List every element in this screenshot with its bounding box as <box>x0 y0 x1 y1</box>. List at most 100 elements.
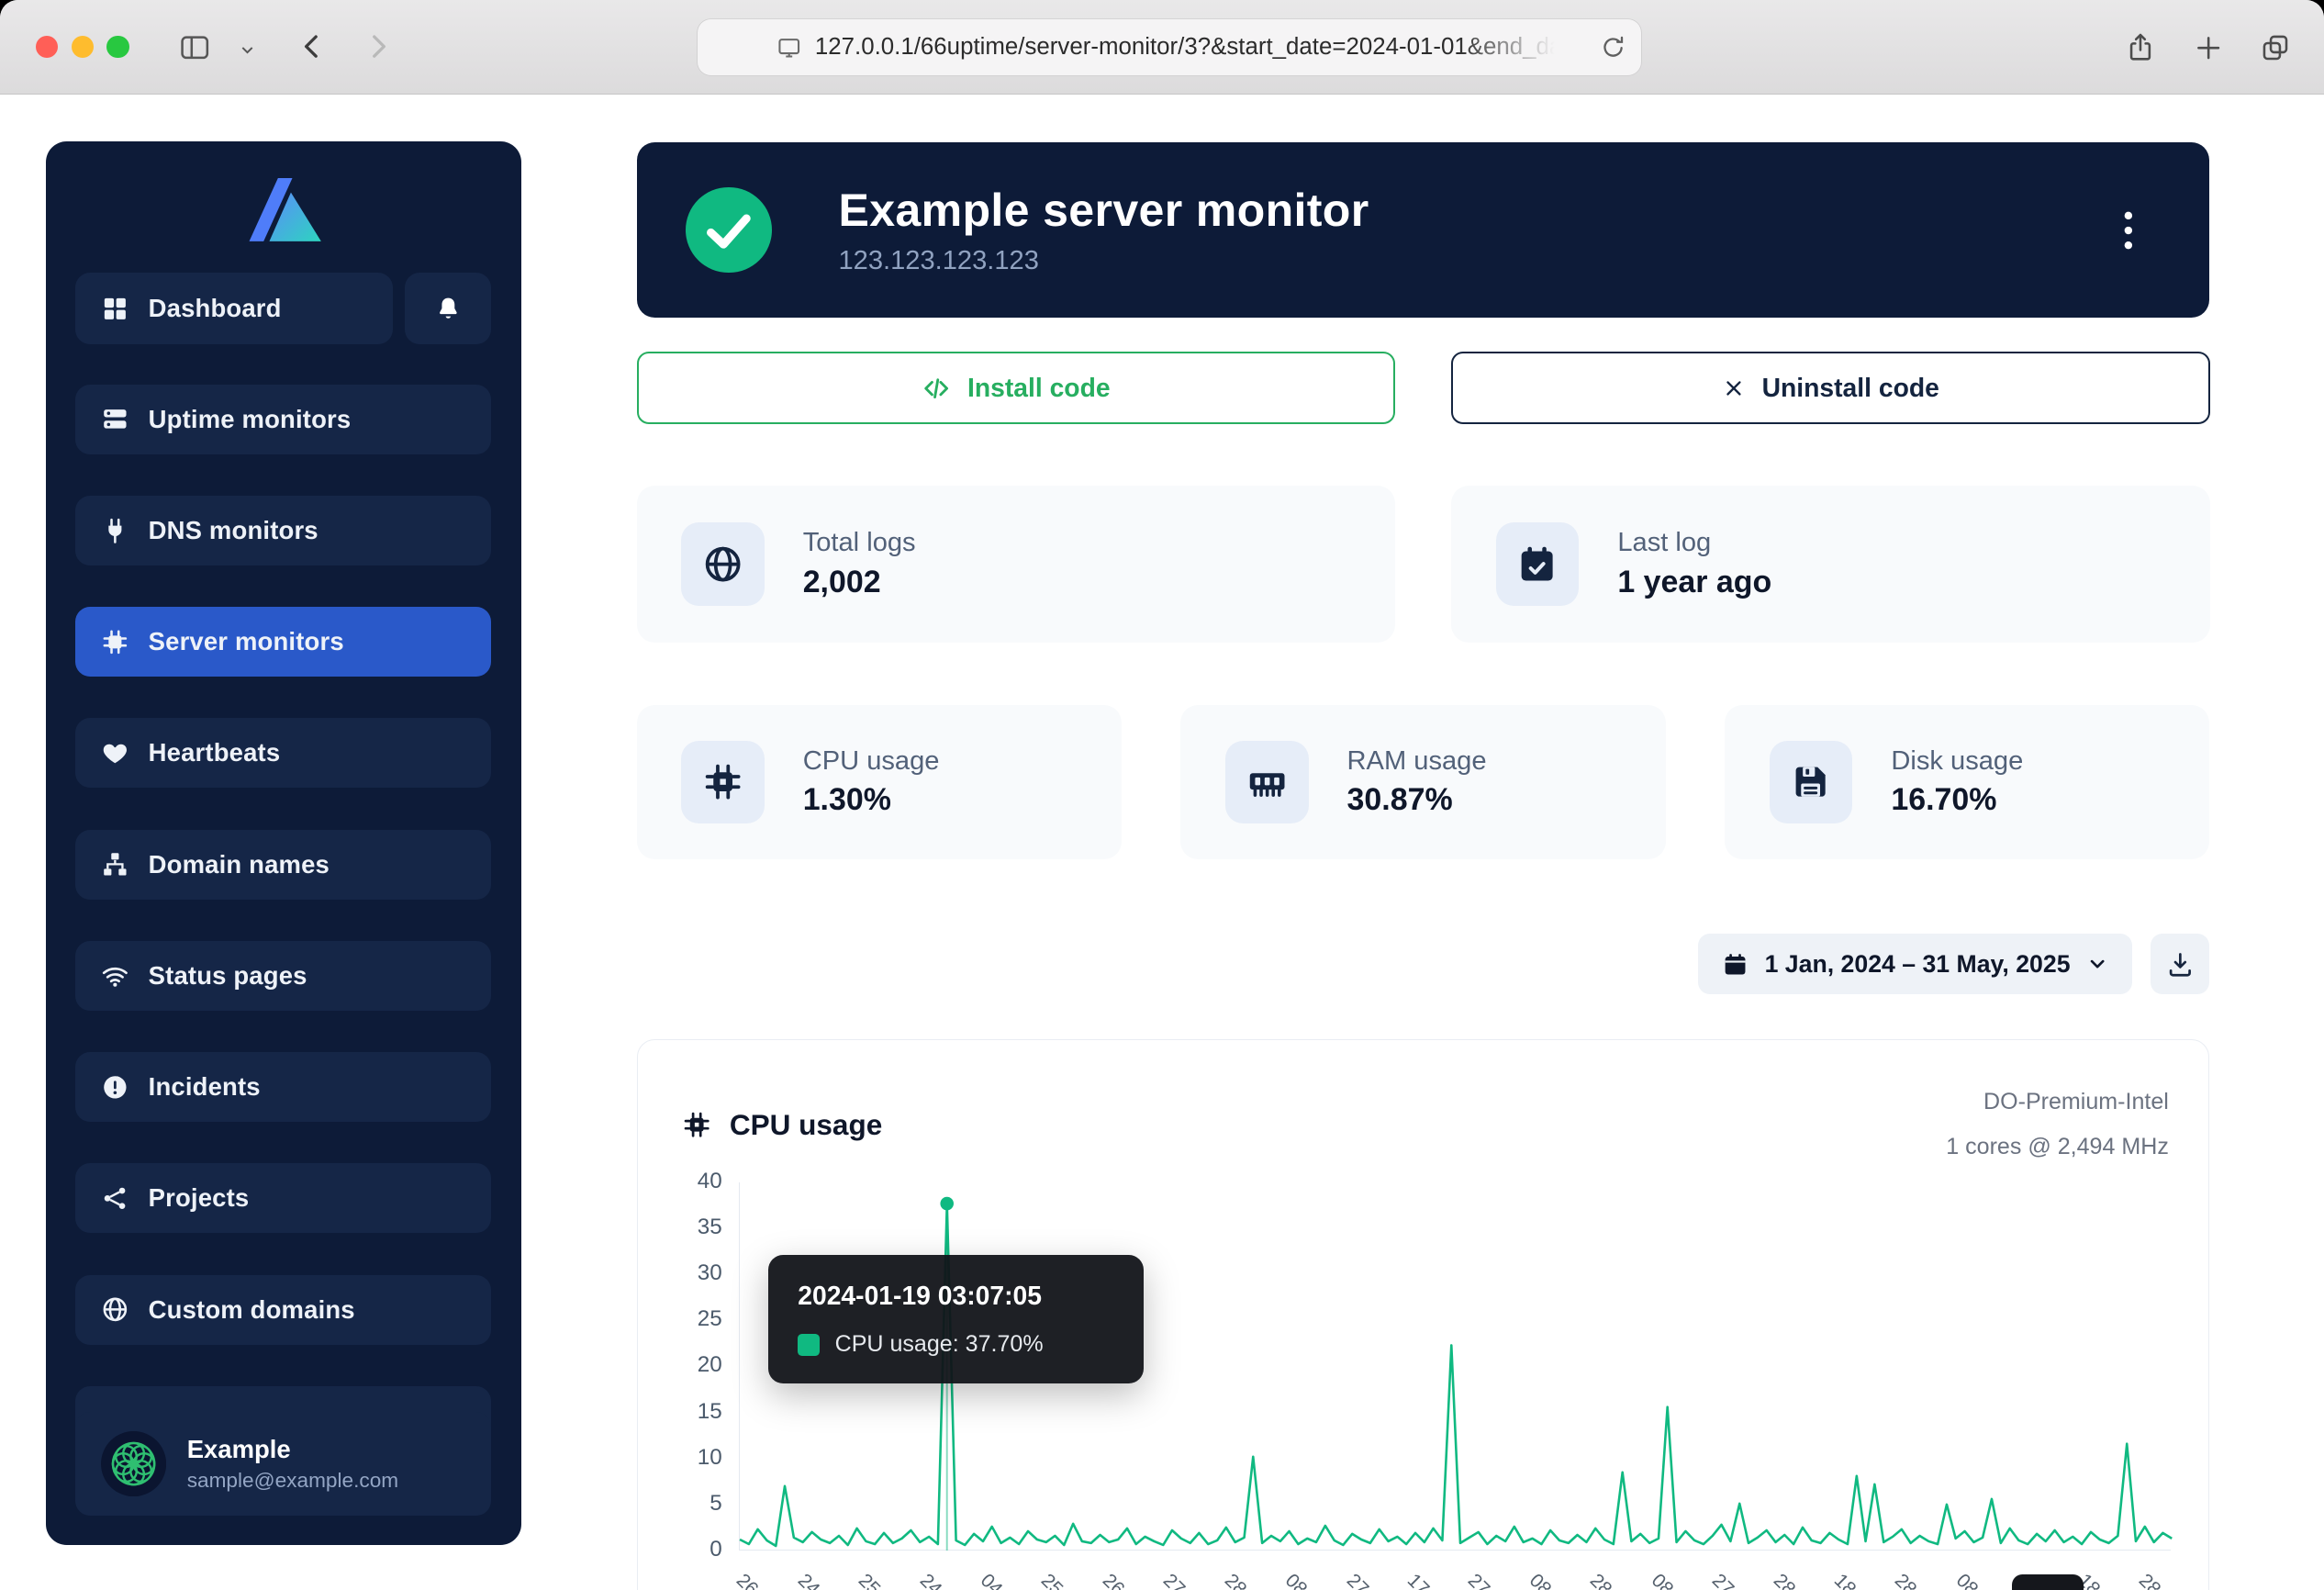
kebab-icon <box>2124 211 2133 250</box>
stat-label: Total logs <box>803 528 916 558</box>
kebab-menu-button[interactable] <box>2115 202 2141 258</box>
monitor-header-card: Example server monitor 123.123.123.123 <box>637 142 2210 318</box>
close-button[interactable] <box>36 36 58 58</box>
cpu-icon <box>682 1110 711 1139</box>
sidebar-item-dns-monitors[interactable]: DNS monitors <box>75 496 491 565</box>
install-code-label: Install code <box>967 373 1111 403</box>
x-tick-label: 28 <box>1890 1570 1920 1590</box>
page-title: Example server monitor <box>838 184 1369 237</box>
sidebar-item-projects[interactable]: Projects <box>75 1163 491 1233</box>
user-menu[interactable]: Example sample@example.com <box>75 1412 491 1516</box>
sidebar-item-dashboard[interactable]: Dashboard <box>75 273 393 344</box>
x-tick-label: 08 <box>1525 1570 1555 1590</box>
share-button[interactable] <box>2125 30 2156 64</box>
forward-button[interactable] <box>363 29 394 69</box>
stat-label: Last log <box>1617 528 1771 558</box>
sidebar-item-label: Incidents <box>149 1072 261 1102</box>
uninstall-code-button[interactable]: Uninstall code <box>1451 352 2209 424</box>
y-tick-label: 15 <box>638 1389 722 1435</box>
x-tick-label: 17 <box>1402 1570 1433 1590</box>
status-check-icon <box>686 187 772 274</box>
download-icon <box>2166 950 2195 979</box>
logo-icon <box>238 165 330 249</box>
notifications-button[interactable] <box>405 273 491 344</box>
date-range-button[interactable]: 1 Jan, 2024 – 31 May, 2025 <box>1698 934 2133 994</box>
x-tick-label: 27 <box>1707 1570 1737 1590</box>
plus-icon <box>2194 33 2223 62</box>
sidebar-item-incidents[interactable]: Incidents <box>75 1052 491 1122</box>
x-tick-label: 26 <box>732 1570 762 1590</box>
y-tick-label: 30 <box>638 1250 722 1296</box>
main-content: Example server monitor 123.123.123.123 I… <box>637 142 2210 1589</box>
sidebar-item-custom-domains[interactable]: Custom domains <box>75 1275 491 1345</box>
sidebar-item-label: Domain names <box>149 850 330 879</box>
sidebar-toggle-icon <box>176 31 213 64</box>
window-controls <box>36 36 129 58</box>
date-row: 1 Jan, 2024 – 31 May, 2025 <box>637 934 2210 994</box>
grid-icon <box>101 295 129 323</box>
calendar-icon <box>1722 951 1749 978</box>
icon-tile <box>1225 741 1309 824</box>
stats-row-2: CPU usage 1.30% RAM usage 30.87% <box>637 705 2210 859</box>
monitor-ip: 123.123.123.123 <box>838 246 1369 276</box>
url-bar[interactable]: 127.0.0.1/66uptime/server-monitor/3?&sta… <box>698 19 1641 75</box>
stat-label: Disk usage <box>1891 746 2023 777</box>
stat-card-cpu-usage: CPU usage 1.30% <box>637 705 1122 859</box>
back-button[interactable] <box>296 29 328 69</box>
x-tick-label: 04 <box>976 1570 1006 1590</box>
y-tick-label: 35 <box>638 1204 722 1250</box>
heart-icon <box>101 739 129 767</box>
server-name: DO-Premium-Intel <box>1946 1080 2169 1125</box>
sitemap-icon <box>101 850 129 879</box>
server-meta: DO-Premium-Intel 1 cores @ 2,494 MHz <box>1946 1080 2169 1170</box>
series-swatch <box>798 1334 820 1356</box>
sidebar-item-label: Custom domains <box>149 1295 355 1325</box>
reload-button[interactable] <box>1600 34 1626 66</box>
icon-tile <box>1496 522 1580 606</box>
y-tick-label: 10 <box>638 1435 722 1481</box>
toolbar-right <box>2125 0 2324 95</box>
app-logo[interactable] <box>75 141 491 274</box>
sidebar-item-heartbeats[interactable]: Heartbeats <box>75 718 491 788</box>
chart-title: CPU usage <box>730 1108 882 1142</box>
server-specs: 1 cores @ 2,494 MHz <box>1946 1125 2169 1170</box>
stat-value: 1.30% <box>803 782 940 818</box>
install-code-button[interactable]: Install code <box>637 352 1395 424</box>
new-tab-button[interactable] <box>2194 33 2223 62</box>
x-tick-label: 28 <box>1585 1570 1615 1590</box>
zoom-button[interactable] <box>106 36 128 58</box>
disk-icon <box>1790 761 1831 802</box>
uninstall-code-label: Uninstall code <box>1762 373 1939 403</box>
stat-card-total-logs: Total logs 2,002 <box>637 486 1395 643</box>
date-range-label: 1 Jan, 2024 – 31 May, 2025 <box>1765 950 2071 979</box>
stat-value: 30.87% <box>1347 782 1487 818</box>
back-icon <box>296 29 328 63</box>
tooltip-timestamp: 2024-01-19 03:07:05 <box>798 1281 1113 1311</box>
tab-overview-button[interactable] <box>2260 32 2291 63</box>
download-button[interactable] <box>2151 934 2210 994</box>
icon-tile <box>681 522 765 606</box>
sidebar-item-server-monitors[interactable]: Server monitors <box>75 607 491 677</box>
stat-card-ram-usage: RAM usage 30.87% <box>1180 705 1665 859</box>
x-tick-label: 08 <box>1647 1570 1677 1590</box>
signal-icon <box>101 962 129 991</box>
x-tick-label: 24 <box>793 1570 823 1590</box>
x-tick-label: 27 <box>1463 1570 1493 1590</box>
tab-group-chevron-button[interactable] <box>238 40 257 64</box>
icon-tile <box>681 741 765 824</box>
hovered-point-dot <box>940 1197 954 1211</box>
x-tick-label: 24 <box>915 1570 945 1590</box>
icon-tile <box>1770 741 1853 824</box>
globe-icon <box>702 543 743 585</box>
sidebar-item-domain-names[interactable]: Domain names <box>75 830 491 900</box>
x-icon <box>1722 376 1746 400</box>
chevron-down-icon <box>2086 953 2108 975</box>
y-tick-label: 40 <box>638 1159 722 1204</box>
sidebar-item-status-pages[interactable]: Status pages <box>75 941 491 1011</box>
minimize-button[interactable] <box>72 36 94 58</box>
actions-row: Install code Uninstall code <box>637 352 2210 424</box>
stats-row-1: Total logs 2,002 Last log 1 year ago <box>637 486 2210 643</box>
sidebar-toggle-button[interactable] <box>176 31 213 70</box>
x-tick-label: 27 <box>1158 1570 1189 1590</box>
sidebar-item-uptime-monitors[interactable]: Uptime monitors <box>75 385 491 454</box>
